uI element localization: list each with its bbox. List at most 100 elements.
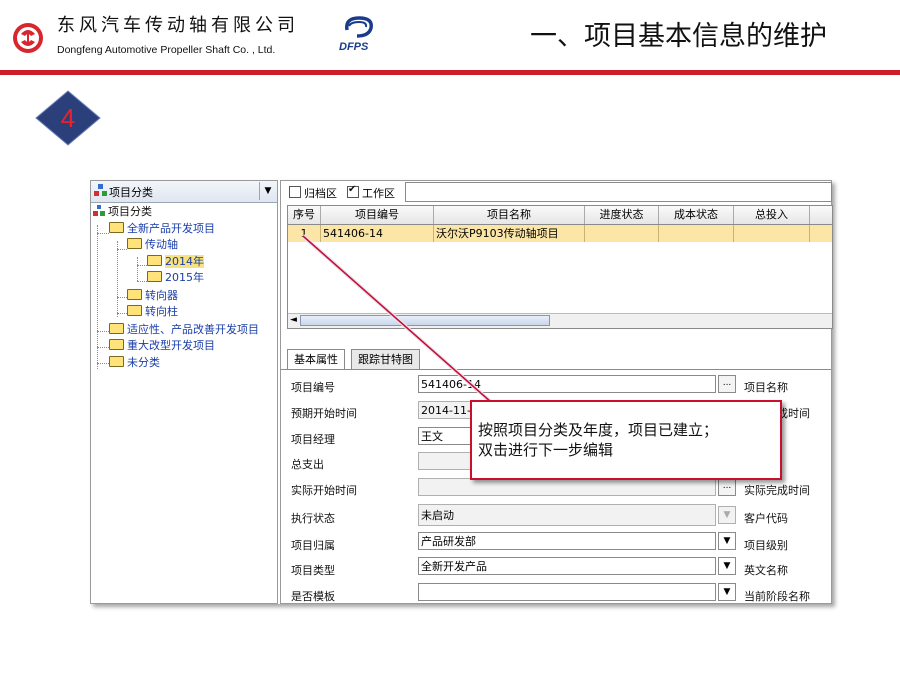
actual-start-browse-button[interactable]: ...	[718, 478, 736, 496]
type-select[interactable]: 全新开发产品	[418, 557, 716, 575]
chevron-down-icon[interactable]: ▼	[718, 506, 736, 524]
tree-item-major-redesign[interactable]: 重大改型开发项目	[109, 338, 215, 354]
archive-label: 归档区	[304, 187, 337, 200]
status-label: 执行状态	[291, 512, 335, 525]
scroll-left-icon[interactable]: ◄	[290, 315, 297, 325]
owner-select[interactable]: 产品研发部	[418, 532, 716, 550]
owner-label: 项目归属	[291, 539, 335, 552]
tree-root[interactable]: 项目分类	[93, 204, 152, 220]
cell-name: 沃尔沃P9103传动轴项目	[434, 225, 585, 242]
code-browse-button[interactable]: ...	[718, 375, 736, 393]
type-label: 项目类型	[291, 564, 335, 577]
filter-input[interactable]	[405, 182, 832, 202]
code-field[interactable]: 541406-14	[418, 375, 716, 393]
template-label: 是否模板	[291, 590, 335, 603]
english-name-label: 英文名称	[744, 564, 788, 577]
workarea-checkbox[interactable]: 工作区	[347, 184, 395, 201]
stage-label: 当前阶段名称	[744, 590, 810, 603]
horizontal-scrollbar[interactable]: ◄	[288, 313, 832, 328]
cell-seq: 1	[288, 225, 321, 242]
manager-field[interactable]: 王文	[418, 427, 478, 445]
tree-item-new-product[interactable]: 全新产品开发项目	[109, 221, 215, 237]
col-code[interactable]: 项目编号	[321, 206, 434, 224]
callout-box: 按照项目分类及年度，项目已建立； 双击进行下一步编辑	[470, 400, 782, 480]
callout-line-1: 按照项目分类及年度，项目已建立；	[478, 421, 719, 439]
actual-end-label: 实际完成时间	[744, 484, 810, 497]
col-seq[interactable]: 序号	[288, 206, 321, 224]
callout-line-2: 双击进行下一步编辑	[478, 441, 614, 459]
archive-checkbox[interactable]: 归档区	[289, 185, 337, 201]
company-name-cn: 东风汽车传动轴有限公司	[57, 15, 299, 36]
dfps-logo: DFPS	[339, 16, 373, 53]
checkbox-icon	[289, 186, 301, 198]
folder-icon	[109, 222, 124, 233]
level-label: 项目级别	[744, 539, 788, 552]
slide-title: 一、项目基本信息的维护	[530, 21, 827, 52]
tree-item-steering-column[interactable]: 转向柱	[127, 304, 178, 320]
dongfeng-logo	[13, 23, 43, 53]
cell-total	[734, 225, 810, 242]
chevron-down-icon[interactable]: ▼	[718, 557, 736, 575]
actual-start-field	[418, 478, 716, 496]
folder-icon	[147, 271, 162, 282]
tree-item-uncategorized[interactable]: 未分类	[109, 355, 160, 371]
start-label: 预期开始时间	[291, 407, 357, 420]
header-divider	[0, 70, 900, 75]
tree-item-label: 未分类	[127, 356, 160, 369]
company-name-en: Dongfeng Automotive Propeller Shaft Co. …	[57, 44, 276, 56]
folder-icon	[127, 289, 142, 300]
tree-item-label: 转向柱	[145, 305, 178, 318]
tree-item-label: 2015年	[165, 271, 204, 284]
tab-gantt[interactable]: 跟踪甘特图	[351, 349, 420, 369]
workarea-label: 工作区	[362, 187, 395, 200]
project-panel: 归档区 工作区 序号 项目编号 项目名称 进度状态 成本状态 总投入 1 541…	[280, 180, 833, 604]
grid-header: 序号 项目编号 项目名称 进度状态 成本状态 总投入	[288, 206, 832, 225]
category-combo[interactable]: 项目分类 ▼	[91, 181, 277, 203]
scroll-thumb[interactable]	[300, 315, 550, 326]
name-label: 项目名称	[744, 381, 788, 394]
col-total[interactable]: 总投入	[734, 206, 810, 224]
cell-progress	[585, 225, 659, 242]
category-tree-panel: 项目分类 ▼ 项目分类 全新产品开发项目 传动轴 2014年 2015年 转向器…	[90, 180, 278, 604]
template-select[interactable]	[418, 583, 716, 601]
category-combo-label: 项目分类	[109, 186, 153, 199]
col-progress[interactable]: 进度状态	[585, 206, 659, 224]
chevron-down-icon[interactable]: ▼	[718, 583, 736, 601]
code-label: 项目编号	[291, 381, 335, 394]
col-name[interactable]: 项目名称	[434, 206, 585, 224]
folder-icon	[147, 255, 162, 266]
tree-root-icon	[94, 184, 107, 196]
tree-item-adaptive[interactable]: 适应性、产品改善开发项目	[109, 322, 259, 338]
actual-start-label: 实际开始时间	[291, 484, 357, 497]
customer-label: 客户代码	[744, 512, 788, 525]
table-row[interactable]: 1 541406-14 沃尔沃P9103传动轴项目	[288, 225, 832, 242]
tree-item-2015[interactable]: 2015年	[147, 270, 204, 286]
tree-item-label: 2014年	[165, 255, 204, 268]
tree-item-label: 传动轴	[145, 238, 178, 251]
tree-item-2014[interactable]: 2014年	[147, 254, 204, 270]
folder-icon	[127, 238, 142, 249]
folder-icon	[109, 323, 124, 334]
tree-item-label: 适应性、产品改善开发项目	[127, 323, 259, 336]
checkbox-checked-icon	[347, 184, 359, 198]
dfps-logo-text: DFPS	[339, 41, 369, 53]
cell-code: 541406-14	[321, 225, 434, 242]
folder-icon	[127, 305, 142, 316]
status-field[interactable]: 未启动	[418, 504, 716, 526]
callout-text: 按照项目分类及年度，项目已建立； 双击进行下一步编辑	[478, 420, 718, 460]
spend-field	[418, 452, 478, 470]
folder-icon	[109, 339, 124, 350]
col-cost[interactable]: 成本状态	[659, 206, 734, 224]
chevron-down-icon[interactable]: ▼	[718, 532, 736, 550]
spend-label: 总支出	[291, 458, 324, 471]
toolbar: 归档区 工作区	[281, 181, 832, 203]
tree-item-driveshaft[interactable]: 传动轴	[127, 237, 178, 253]
tree-item-label: 转向器	[145, 289, 178, 302]
tree-item-steering-gear[interactable]: 转向器	[127, 288, 178, 304]
chevron-down-icon[interactable]: ▼	[259, 182, 276, 200]
tab-basic-props[interactable]: 基本属性	[287, 349, 345, 370]
tree-item-label: 重大改型开发项目	[127, 339, 215, 352]
tree-root-icon	[93, 205, 105, 216]
tree-item-label: 全新产品开发项目	[127, 222, 215, 235]
step-number: 4	[60, 102, 76, 133]
